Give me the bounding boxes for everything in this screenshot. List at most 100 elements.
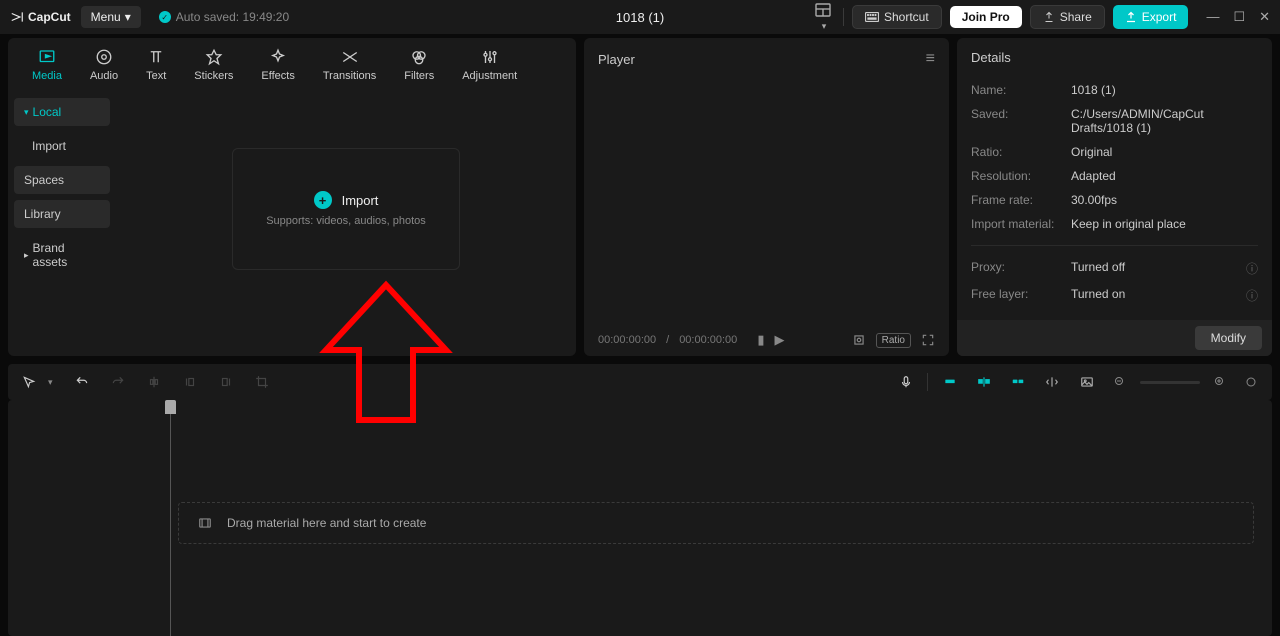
player-viewport[interactable]	[584, 80, 949, 324]
tab-media[interactable]: Media	[18, 44, 76, 90]
timeline-toolbar: ▾	[8, 364, 1272, 400]
close-button[interactable]: ✕	[1259, 9, 1270, 25]
separator	[971, 245, 1258, 246]
redo-button[interactable]	[107, 371, 129, 393]
logo-text: CapCut	[28, 10, 71, 24]
menu-button[interactable]: Menu ▾	[81, 6, 141, 28]
shortcut-button[interactable]: Shortcut	[852, 5, 942, 29]
top-right-controls: ▾ Shortcut Join Pro Share Export — ☐ ✕	[811, 0, 1270, 36]
app-logo: CapCut	[10, 10, 71, 24]
split-button[interactable]	[143, 371, 165, 393]
tab-label: Audio	[90, 70, 118, 82]
media-tabs: Media Audio Text Stickers Effects Transi…	[8, 38, 576, 90]
modify-button[interactable]: Modify	[1195, 326, 1262, 350]
sidebar-item-brand-assets[interactable]: ▸Brand assets	[14, 234, 110, 276]
chevron-down-icon: ▾	[125, 10, 131, 24]
export-button[interactable]: Export	[1113, 5, 1189, 29]
playhead-line	[170, 400, 171, 636]
ratio-badge[interactable]: Ratio	[876, 333, 911, 348]
timeline-hint-text: Drag material here and start to create	[227, 516, 426, 530]
detail-row-name: Name:1018 (1)	[971, 83, 1258, 97]
keyboard-icon	[865, 12, 879, 22]
maximize-button[interactable]: ☐	[1233, 9, 1245, 25]
play-icon[interactable]: ▶	[774, 332, 784, 348]
share-button[interactable]: Share	[1030, 5, 1105, 29]
media-sidebar: ▾Local Import Spaces Library ▸Brand asse…	[8, 90, 116, 356]
player-title: Player	[598, 52, 635, 67]
details-panel: Details Name:1018 (1) Saved:C:/Users/ADM…	[957, 38, 1272, 356]
timeline-dropzone[interactable]: Drag material here and start to create	[178, 502, 1254, 544]
import-area: + Import Supports: videos, audios, photo…	[116, 90, 576, 356]
tab-stickers[interactable]: Stickers	[180, 44, 247, 90]
time-current: 00:00:00:00	[598, 334, 656, 346]
plus-icon: +	[314, 191, 332, 209]
toolbar-right	[895, 370, 1262, 394]
tab-effects[interactable]: Effects	[247, 44, 308, 90]
capcut-icon	[10, 10, 24, 24]
fullscreen-icon[interactable]	[921, 333, 935, 347]
zoom-fit-button[interactable]	[1240, 372, 1262, 392]
playhead-handle[interactable]	[165, 400, 176, 414]
zoom-out-button[interactable]	[1110, 372, 1130, 392]
tab-audio[interactable]: Audio	[76, 44, 132, 90]
minimize-button[interactable]: —	[1206, 9, 1219, 25]
import-subtext: Supports: videos, audios, photos	[266, 215, 426, 227]
timeline[interactable]: Drag material here and start to create	[8, 400, 1272, 636]
prev-icon[interactable]: ▮	[757, 332, 764, 348]
top-bar: CapCut Menu ▾ ✓ Auto saved: 19:49:20 101…	[0, 0, 1280, 34]
delete-right-button[interactable]	[215, 371, 237, 393]
zoom-in-button[interactable]	[1210, 372, 1230, 392]
media-body: ▾Local Import Spaces Library ▸Brand asse…	[8, 90, 576, 356]
preview-axis-button[interactable]	[1040, 371, 1064, 393]
time-separator: /	[666, 334, 669, 346]
crop-icon[interactable]	[852, 333, 866, 347]
magnet-main-button[interactable]	[938, 371, 962, 393]
undo-button[interactable]	[71, 371, 93, 393]
zoom-slider[interactable]	[1140, 381, 1200, 384]
tab-label: Media	[32, 70, 62, 82]
tab-label: Stickers	[194, 70, 233, 82]
tab-label: Filters	[404, 70, 434, 82]
layout-button[interactable]: ▾	[811, 0, 835, 36]
player-footer: 00:00:00:00 / 00:00:00:00 ▮ ▶ Ratio	[584, 324, 949, 356]
selection-dropdown[interactable]: ▾	[44, 373, 57, 392]
window-controls: — ☐ ✕	[1206, 9, 1270, 25]
import-label: Import	[342, 193, 379, 208]
stickers-icon	[205, 48, 223, 66]
tab-label: Effects	[261, 70, 294, 82]
mic-button[interactable]	[895, 370, 917, 394]
delete-left-button[interactable]	[179, 371, 201, 393]
sidebar-item-local[interactable]: ▾Local	[14, 98, 110, 126]
tab-text[interactable]: Text	[132, 44, 180, 90]
chevron-down-icon: ▾	[822, 21, 827, 31]
player-header: Player ≡	[584, 38, 949, 80]
selection-tool[interactable]	[18, 371, 40, 393]
info-icon[interactable]: ⓘ	[1246, 260, 1258, 277]
media-icon	[38, 48, 56, 66]
tab-adjustment[interactable]: Adjustment	[448, 44, 531, 90]
cover-button[interactable]	[1074, 371, 1100, 393]
media-panel: Media Audio Text Stickers Effects Transi…	[8, 38, 576, 356]
sidebar-item-import[interactable]: Import	[14, 132, 110, 160]
player-menu-icon[interactable]: ≡	[926, 50, 935, 68]
player-panel: Player ≡ 00:00:00:00 / 00:00:00:00 ▮ ▶ R…	[584, 38, 949, 356]
link-button[interactable]	[1006, 371, 1030, 393]
join-pro-button[interactable]: Join Pro	[950, 6, 1022, 28]
tab-transitions[interactable]: Transitions	[309, 44, 390, 90]
detail-row-resolution: Resolution:Adapted	[971, 169, 1258, 183]
detail-row-ratio: Ratio:Original	[971, 145, 1258, 159]
magnet-track-button[interactable]	[972, 371, 996, 393]
sidebar-item-library[interactable]: Library	[14, 200, 110, 228]
crop-button[interactable]	[251, 371, 273, 393]
details-title: Details	[957, 38, 1272, 77]
project-title: 1018 (1)	[616, 10, 664, 25]
info-icon[interactable]: ⓘ	[1246, 287, 1258, 304]
time-total: 00:00:00:00	[679, 334, 737, 346]
text-icon	[147, 48, 165, 66]
import-dropzone[interactable]: + Import Supports: videos, audios, photo…	[232, 148, 460, 270]
sidebar-item-spaces[interactable]: Spaces	[14, 166, 110, 194]
filters-icon	[410, 48, 428, 66]
tab-label: Adjustment	[462, 70, 517, 82]
tab-filters[interactable]: Filters	[390, 44, 448, 90]
autosave-text: Auto saved: 19:49:20	[176, 10, 289, 24]
